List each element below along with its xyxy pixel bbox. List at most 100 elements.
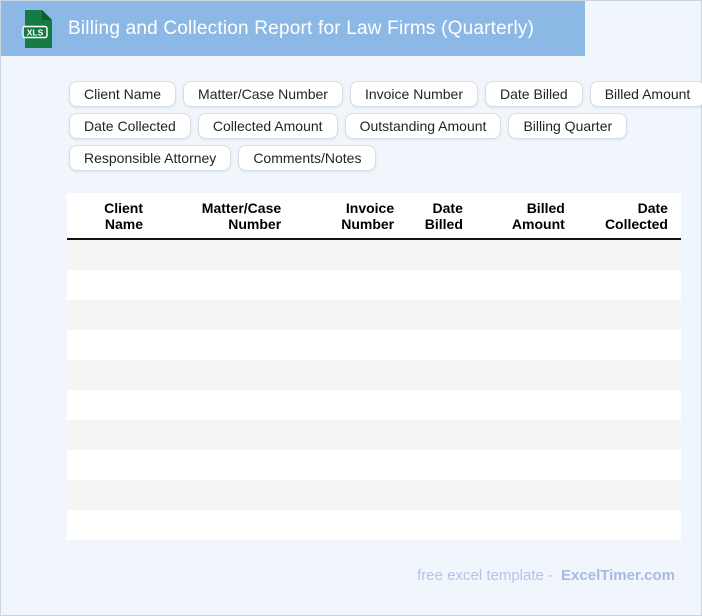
table-cell bbox=[156, 480, 294, 510]
column-header-line1: Date bbox=[432, 199, 463, 216]
table-cell bbox=[476, 330, 578, 360]
chip-row: Date Collected Collected Amount Outstandin… bbox=[69, 113, 689, 139]
page-title: Billing and Collection Report for Law Fi… bbox=[68, 17, 535, 39]
table-cell bbox=[67, 420, 156, 450]
field-chips-section: Client Name Matter/Case Number Invoice Num… bbox=[69, 81, 702, 171]
table-cell bbox=[407, 270, 476, 300]
table-row bbox=[67, 390, 681, 420]
xls-icon-label: XLS bbox=[27, 27, 44, 37]
page: { "colors": { "header_bg": "#8CB8E5", "p… bbox=[0, 0, 702, 616]
table-cell bbox=[476, 300, 578, 330]
table-cell bbox=[578, 510, 681, 540]
table-row bbox=[67, 270, 681, 300]
table-cell bbox=[476, 450, 578, 480]
table-header-row: Client Name Matter/Case Number Invoice Number… bbox=[67, 193, 681, 240]
table-cell bbox=[578, 420, 681, 450]
column-header-line2: Collected bbox=[604, 215, 668, 232]
table-cell bbox=[67, 390, 156, 420]
table-cell bbox=[407, 450, 476, 480]
column-header-line2: Number bbox=[228, 215, 282, 232]
table-cell bbox=[407, 360, 476, 390]
table-cell bbox=[578, 330, 681, 360]
header-bar: XLS Billing and Collection Report for La… bbox=[1, 1, 585, 56]
footer-label: free excel template - bbox=[417, 567, 554, 584]
table-cell bbox=[476, 240, 578, 270]
table-cell bbox=[67, 300, 156, 330]
column-header-line1: Date bbox=[637, 199, 668, 216]
table-row bbox=[67, 420, 681, 450]
table-cell bbox=[156, 270, 294, 300]
table-cell bbox=[578, 360, 681, 390]
table-row bbox=[67, 480, 681, 510]
column-header-date-billed: Date Billed bbox=[407, 193, 476, 238]
table-cell bbox=[476, 390, 578, 420]
table-cell bbox=[67, 480, 156, 510]
footer-brand-link[interactable]: ExcelTimer.com bbox=[561, 567, 675, 584]
table-cell bbox=[156, 420, 294, 450]
table-cell bbox=[294, 390, 407, 420]
column-header-date-collected: Date Collected bbox=[578, 193, 681, 238]
table-cell bbox=[67, 510, 156, 540]
table-cell bbox=[294, 300, 407, 330]
table-cell bbox=[156, 240, 294, 270]
chip-collected-amount[interactable]: Collected Amount bbox=[197, 113, 338, 139]
table-body bbox=[67, 240, 681, 540]
chip-row: Client Name Matter/Case Number Invoice Num… bbox=[69, 81, 702, 107]
table-cell bbox=[156, 510, 294, 540]
xls-file-icon: XLS bbox=[22, 9, 52, 48]
table-cell bbox=[294, 420, 407, 450]
table-cell bbox=[407, 240, 476, 270]
chip-billed-amount[interactable]: Billed Amount bbox=[589, 81, 702, 107]
table-row bbox=[67, 330, 681, 360]
chip-billing-quarter[interactable]: Billing Quarter bbox=[508, 113, 628, 139]
chip-date-collected[interactable]: Date Collected bbox=[69, 113, 191, 139]
table-cell bbox=[294, 270, 407, 300]
column-header-line1: Invoice bbox=[345, 199, 395, 216]
table-cell bbox=[294, 450, 407, 480]
column-header-billed-amount: Billed Amount bbox=[476, 193, 578, 238]
table-cell bbox=[578, 240, 681, 270]
table-cell bbox=[156, 330, 294, 360]
chip-responsible-attorney[interactable]: Responsible Attorney bbox=[69, 145, 232, 171]
table-cell bbox=[476, 420, 578, 450]
table-row bbox=[67, 360, 681, 390]
table-cell bbox=[407, 480, 476, 510]
column-header-line1: Billed bbox=[526, 199, 565, 216]
table-cell bbox=[67, 360, 156, 390]
table-cell bbox=[67, 270, 156, 300]
chip-outstanding-amount[interactable]: Outstanding Amount bbox=[344, 113, 502, 139]
column-header-line1: Matter/Case bbox=[201, 199, 282, 216]
table-cell bbox=[67, 330, 156, 360]
chip-invoice-number[interactable]: Invoice Number bbox=[349, 81, 479, 107]
table-cell bbox=[407, 330, 476, 360]
table-cell bbox=[67, 240, 156, 270]
column-header-line2: Number bbox=[341, 215, 395, 232]
chip-client-name[interactable]: Client Name bbox=[69, 81, 177, 107]
table-cell bbox=[407, 510, 476, 540]
table-cell bbox=[476, 480, 578, 510]
column-header-client-name: Client Name bbox=[67, 193, 156, 238]
column-header-line2: Name bbox=[104, 215, 144, 232]
table-cell bbox=[294, 480, 407, 510]
table-cell bbox=[578, 390, 681, 420]
chip-date-billed[interactable]: Date Billed bbox=[485, 81, 583, 107]
table-cell bbox=[294, 240, 407, 270]
chip-comments-notes[interactable]: Comments/Notes bbox=[238, 145, 377, 171]
table-cell bbox=[407, 300, 476, 330]
table-cell bbox=[294, 360, 407, 390]
table-cell bbox=[476, 360, 578, 390]
column-header-line1: Client bbox=[104, 199, 144, 216]
table-cell bbox=[156, 450, 294, 480]
billing-table: Client Name Matter/Case Number Invoice Number… bbox=[67, 193, 681, 540]
table-cell bbox=[476, 270, 578, 300]
column-header-line2: Billed bbox=[424, 215, 463, 232]
column-header-line2: Amount bbox=[511, 215, 565, 232]
column-header-invoice-number: Invoice Number bbox=[294, 193, 407, 238]
table-row bbox=[67, 300, 681, 330]
table-cell bbox=[578, 480, 681, 510]
chip-matter-case-number[interactable]: Matter/Case Number bbox=[183, 81, 343, 107]
table-cell bbox=[67, 450, 156, 480]
table-row bbox=[67, 450, 681, 480]
table-cell bbox=[156, 390, 294, 420]
table-cell bbox=[578, 450, 681, 480]
